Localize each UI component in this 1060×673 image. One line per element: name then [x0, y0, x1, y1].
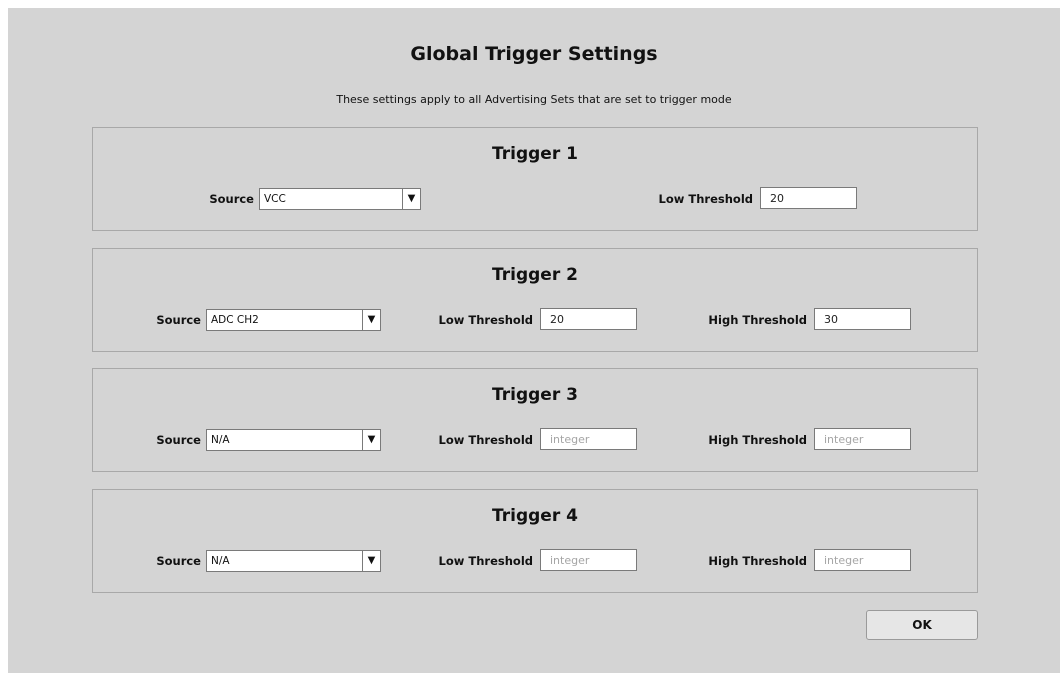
trigger-4-low-threshold-input[interactable] [540, 549, 637, 571]
trigger-1-source-select[interactable]: VCC ▼ [259, 188, 421, 210]
trigger-1-group: Trigger 1 Source VCC ▼ Low Threshold [92, 127, 978, 231]
trigger-2-source-label: Source [156, 313, 201, 327]
trigger-3-high-threshold-label: High Threshold [708, 433, 807, 447]
trigger-1-low-threshold-input[interactable] [760, 187, 857, 209]
trigger-4-source-select[interactable]: N/A ▼ [206, 550, 381, 572]
ok-button[interactable]: OK [866, 610, 978, 640]
trigger-1-source-label: Source [209, 192, 254, 206]
chevron-down-icon[interactable]: ▼ [362, 551, 380, 571]
trigger-2-source-value: ADC CH2 [211, 314, 259, 326]
trigger-4-source-value: N/A [211, 555, 230, 567]
trigger-3-low-threshold-input[interactable] [540, 428, 637, 450]
trigger-1-title: Trigger 1 [492, 144, 578, 164]
trigger-4-high-threshold-label: High Threshold [708, 554, 807, 568]
chevron-down-icon[interactable]: ▼ [362, 310, 380, 330]
trigger-2-low-threshold-input[interactable] [540, 308, 637, 330]
trigger-3-high-threshold-input[interactable] [814, 428, 911, 450]
trigger-settings-dialog: Global Trigger Settings These settings a… [8, 8, 1060, 673]
trigger-2-title: Trigger 2 [492, 265, 578, 285]
trigger-1-source-value: VCC [264, 193, 286, 205]
chevron-down-icon[interactable]: ▼ [402, 189, 420, 209]
trigger-2-low-threshold-label: Low Threshold [438, 313, 533, 327]
trigger-1-low-threshold-label: Low Threshold [658, 192, 753, 206]
trigger-4-low-threshold-label: Low Threshold [438, 554, 533, 568]
trigger-2-high-threshold-input[interactable] [814, 308, 911, 330]
trigger-2-high-threshold-label: High Threshold [708, 313, 807, 327]
dialog-subtitle: These settings apply to all Advertising … [336, 93, 732, 106]
trigger-4-group: Trigger 4 Source N/A ▼ Low Threshold Hig… [92, 489, 978, 593]
trigger-2-source-select[interactable]: ADC CH2 ▼ [206, 309, 381, 331]
chevron-down-icon[interactable]: ▼ [362, 430, 380, 450]
trigger-2-group: Trigger 2 Source ADC CH2 ▼ Low Threshold… [92, 248, 978, 352]
dialog-title: Global Trigger Settings [410, 43, 658, 65]
trigger-3-source-label: Source [156, 433, 201, 447]
trigger-3-group: Trigger 3 Source N/A ▼ Low Threshold Hig… [92, 368, 978, 472]
trigger-3-source-select[interactable]: N/A ▼ [206, 429, 381, 451]
trigger-4-title: Trigger 4 [492, 506, 578, 526]
trigger-4-source-label: Source [156, 554, 201, 568]
trigger-3-low-threshold-label: Low Threshold [438, 433, 533, 447]
trigger-3-source-value: N/A [211, 434, 230, 446]
trigger-4-high-threshold-input[interactable] [814, 549, 911, 571]
trigger-3-title: Trigger 3 [492, 385, 578, 405]
